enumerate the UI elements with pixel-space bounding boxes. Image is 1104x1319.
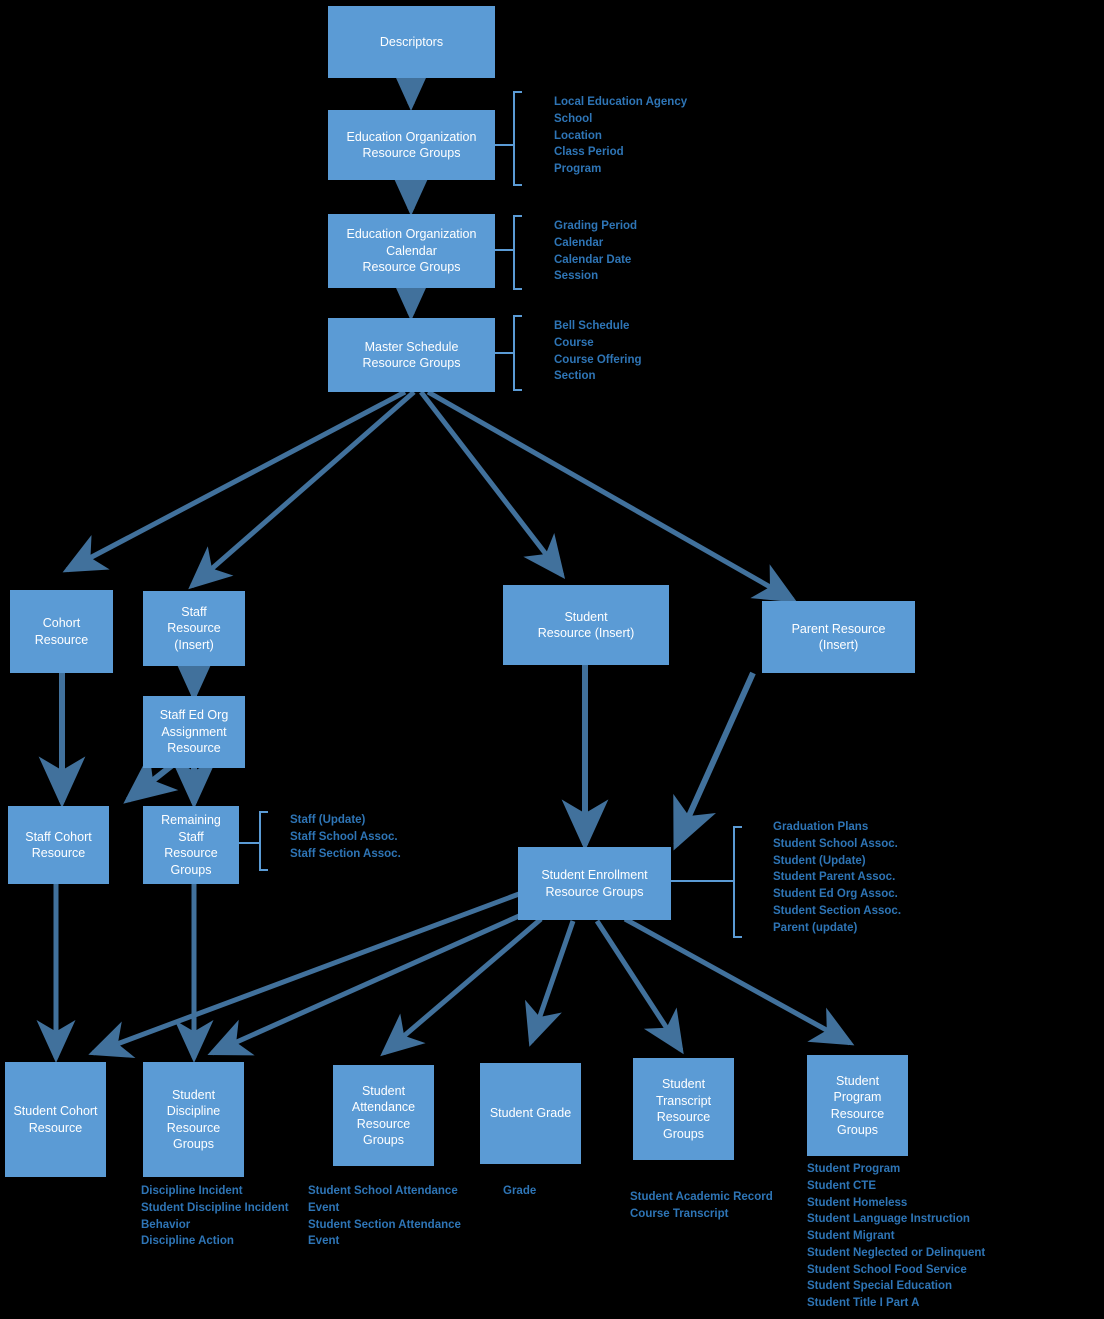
node-remaining-staff-resource-groups-label: Remaining Staff Resource Groups <box>161 813 221 877</box>
annotation-line: Graduation Plans <box>773 821 869 833</box>
node-student-transcript-resource-groups[interactable]: Student Transcript Resource Groups <box>633 1058 734 1160</box>
node-student-transcript-resource-groups-label: Student Transcript Resource Groups <box>655 1077 712 1141</box>
annotation-line: Calendar <box>554 236 604 249</box>
annotation-line: Location <box>554 129 602 142</box>
annotation-line: Student Special Education <box>807 1280 953 1293</box>
node-student-cohort-resource[interactable]: Student Cohort Resource <box>5 1062 106 1177</box>
annotation-line: Student Migrant <box>807 1230 895 1243</box>
node-staff-ed-org-assignment-resource-label: Staff Ed Org Assignment Resource <box>159 708 229 756</box>
annotation-line: Student CTE <box>807 1179 876 1192</box>
annotation-line: Local Education Agency <box>554 96 688 108</box>
annotation-line: Staff Section Assoc. <box>290 847 401 860</box>
annotation-education-organization: Local Education Agency School Location Clas… <box>554 94 814 178</box>
annotation-line: Section <box>554 370 596 383</box>
node-student-grade-label: Student Grade <box>489 1106 572 1121</box>
annotation-line: Grade <box>503 1185 537 1197</box>
node-parent-resource-insert-label: Parent Resource (Insert) <box>791 621 886 653</box>
annotation-line: Student Program <box>807 1163 901 1175</box>
annotation-student-attendance: Student School Attendance Event Student S… <box>308 1183 473 1250</box>
annotation-line: Staff (Update) <box>290 814 366 826</box>
node-cohort-resource-label: Cohort Resource <box>34 616 89 647</box>
annotation-line: Student Section Attendance Event <box>308 1218 461 1248</box>
node-student-cohort-resource-label: Student Cohort Resource <box>13 1104 98 1135</box>
annotation-line: Session <box>554 270 599 283</box>
annotation-student-enrollment: Graduation Plans Student School Assoc. Stu… <box>773 819 1053 936</box>
node-student-enrollment-resource-groups-label: Student Enrollment Resource Groups <box>541 868 648 899</box>
annotation-line: Student Title I Part A <box>807 1297 920 1310</box>
annotation-line: Student (Update) <box>773 854 866 867</box>
node-parent-resource-insert[interactable]: Parent Resource (Insert) <box>762 601 915 673</box>
node-staff-cohort-resource-label: Staff Cohort Resource <box>25 829 92 861</box>
annotation-line: School <box>554 112 593 125</box>
node-student-resource-insert[interactable]: Student Resource (Insert) <box>503 585 669 665</box>
annotation-line: Discipline Incident <box>141 1185 243 1197</box>
annotation-line: Discipline Action <box>141 1235 234 1248</box>
annotation-line: Student Neglected or Delinquent <box>807 1246 986 1259</box>
node-student-discipline-resource-groups-label: Student Discipline Resource Groups <box>166 1087 221 1152</box>
annotation-line: Program <box>554 163 602 176</box>
annotation-student-program: Student Program Student CTE Student Homele… <box>807 1161 1087 1312</box>
annotation-education-organization-calendar: Grading Period Calendar Calendar Date Sessi… <box>554 218 814 285</box>
node-student-grade[interactable]: Student Grade <box>480 1063 581 1164</box>
annotation-line: Student Academic Record <box>630 1191 773 1203</box>
annotation-line: Bell Schedule <box>554 320 630 332</box>
node-staff-ed-org-assignment-resource[interactable]: Staff Ed Org Assignment Resource <box>143 696 245 768</box>
node-education-organization-calendar-resource-groups-label: Education Organization Calendar Resource G… <box>346 227 477 275</box>
node-student-discipline-resource-groups[interactable]: Student Discipline Resource Groups <box>143 1062 244 1177</box>
annotation-line: Student Homeless <box>807 1196 908 1209</box>
node-master-schedule-resource-groups-label: Master Schedule Resource Groups <box>362 339 461 371</box>
annotation-line: Parent (update) <box>773 921 858 934</box>
annotation-student-transcript: Student Academic Record Course Transcript <box>630 1189 795 1223</box>
node-student-attendance-resource-groups-label: Student Attendance Resource Groups <box>351 1083 416 1148</box>
annotation-line: Student Discipline Incident Behavior <box>141 1201 289 1231</box>
node-student-program-resource-groups[interactable]: Student Program Resource Groups <box>807 1055 908 1156</box>
node-cohort-resource[interactable]: Cohort Resource <box>10 590 113 673</box>
annotation-line: Student School Attendance Event <box>308 1185 458 1214</box>
annotation-master-schedule: Bell Schedule Course Course Offering Sectio… <box>554 318 814 385</box>
diagram-canvas: Descriptors Education Organization Resour… <box>0 0 1104 1319</box>
annotation-line: Course Offering <box>554 353 642 366</box>
annotation-line: Student Section Assoc. <box>773 904 902 917</box>
annotation-line: Student Language Instruction <box>807 1213 970 1226</box>
annotation-line: Student School Assoc. <box>773 837 898 850</box>
annotation-line: Class Period <box>554 146 624 159</box>
node-descriptors[interactable]: Descriptors <box>328 6 495 78</box>
node-staff-resource-insert-label: Staff Resource (Insert) <box>167 604 221 652</box>
node-descriptors-label: Descriptors <box>379 34 444 49</box>
node-student-enrollment-resource-groups[interactable]: Student Enrollment Resource Groups <box>518 847 671 920</box>
annotation-line: Student Parent Assoc. <box>773 871 896 884</box>
annotation-line: Staff School Assoc. <box>290 830 398 843</box>
annotation-student-grade: Grade <box>503 1183 623 1200</box>
annotation-line: Course <box>554 336 594 349</box>
node-master-schedule-resource-groups[interactable]: Master Schedule Resource Groups <box>328 318 495 392</box>
annotation-line: Calendar Date <box>554 253 632 266</box>
node-student-attendance-resource-groups[interactable]: Student Attendance Resource Groups <box>333 1065 434 1166</box>
annotation-line: Student Ed Org Assoc. <box>773 888 898 901</box>
node-staff-resource-insert[interactable]: Staff Resource (Insert) <box>143 591 245 666</box>
node-education-organization-resource-groups-label: Education Organization Resource Groups <box>346 129 477 161</box>
node-staff-cohort-resource[interactable]: Staff Cohort Resource <box>8 806 109 884</box>
node-education-organization-resource-groups[interactable]: Education Organization Resource Groups <box>328 110 495 180</box>
node-education-organization-calendar-resource-groups[interactable]: Education Organization Calendar Resource G… <box>328 214 495 288</box>
annotation-student-discipline: Discipline Incident Student Discipline In… <box>141 1183 301 1250</box>
annotation-line: Grading Period <box>554 220 638 232</box>
annotation-line: Student School Food Service <box>807 1263 967 1276</box>
node-student-resource-insert-label: Student Resource (Insert) <box>537 609 635 641</box>
annotation-remaining-staff: Staff (Update) Staff School Assoc. Staff S… <box>290 812 520 862</box>
annotation-line: Course Transcript <box>630 1207 729 1220</box>
node-remaining-staff-resource-groups[interactable]: Remaining Staff Resource Groups <box>143 806 239 884</box>
node-student-program-resource-groups-label: Student Program Resource Groups <box>830 1073 885 1138</box>
